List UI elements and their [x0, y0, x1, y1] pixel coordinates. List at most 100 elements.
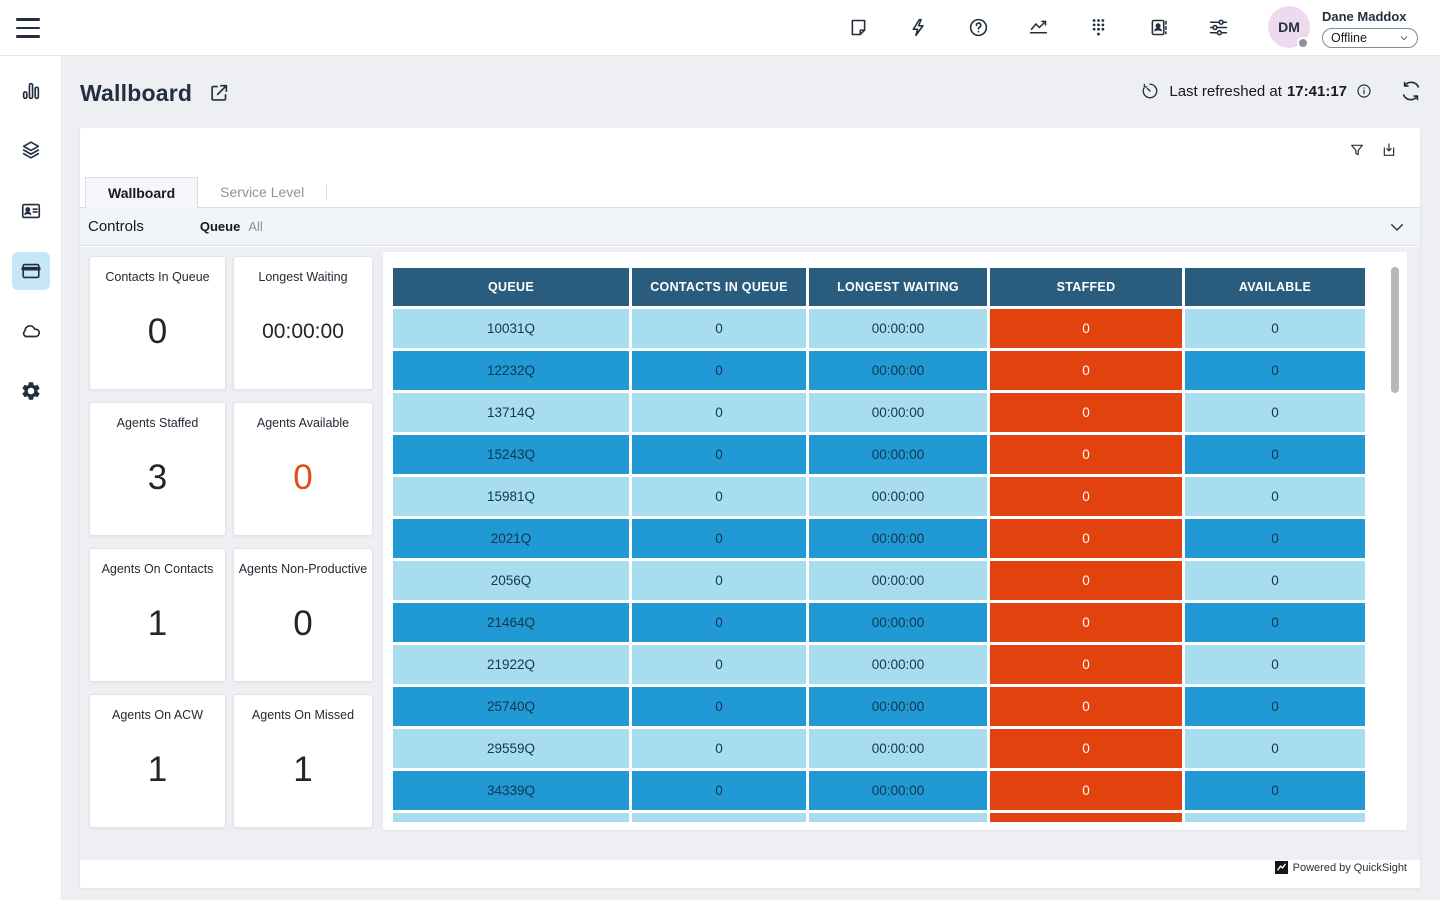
external-link-icon[interactable] [208, 82, 230, 104]
cell-available: 0 [1185, 393, 1365, 432]
tab-wallboard[interactable]: Wallboard [85, 177, 198, 208]
refresh-icon[interactable] [1400, 80, 1422, 102]
kpi-value-wrap: 1 [148, 576, 167, 681]
cell-available: 0 [1185, 435, 1365, 474]
cell-contacts-in-queue: 0 [632, 561, 806, 600]
cell-staffed: 0 [990, 351, 1182, 390]
kpi-value: 0 [293, 458, 312, 498]
controls-label: Controls [88, 218, 144, 235]
cell-queue: 21464Q [393, 603, 629, 642]
top-bar: DM Dane Maddox Offline [0, 0, 1440, 56]
cell-queue [393, 813, 629, 822]
kpi-value-wrap: 3 [148, 430, 167, 535]
cell-contacts-in-queue: 0 [632, 687, 806, 726]
cell-staffed: 0 [990, 393, 1182, 432]
hamburger-menu-icon[interactable] [16, 16, 44, 40]
tab-divider [326, 184, 327, 200]
kpi-card: Agents On Contacts1 [89, 548, 226, 682]
cell-longest-waiting: 00:00:00 [809, 393, 987, 432]
cell-contacts-in-queue: 0 [632, 603, 806, 642]
cell-contacts-in-queue: 0 [632, 351, 806, 390]
notes-icon[interactable] [846, 15, 870, 39]
cell-available: 0 [1185, 519, 1365, 558]
cell-contacts-in-queue: 0 [632, 729, 806, 768]
kpi-value: 1 [148, 604, 167, 644]
kpi-value: 0 [293, 604, 312, 644]
kpi-grid: Contacts In Queue0Longest Waiting00:00:0… [89, 256, 373, 828]
cell-longest-waiting: 00:00:00 [809, 435, 987, 474]
export-icon[interactable] [1380, 141, 1398, 159]
queue-filter-label: Queue [200, 219, 240, 234]
kpi-value-wrap: 0 [148, 284, 167, 389]
cell-queue: 15981Q [393, 477, 629, 516]
cell-staffed: 0 [990, 687, 1182, 726]
line-chart-icon[interactable] [1026, 15, 1050, 39]
kpi-label: Agents Available [257, 416, 349, 430]
sidebar-item-cloud[interactable] [12, 312, 50, 350]
help-icon[interactable] [966, 15, 990, 39]
sidebar-item-metrics[interactable] [12, 72, 50, 110]
cell-queue: 15243Q [393, 435, 629, 474]
kpi-value: 0 [148, 312, 167, 352]
filter-icon[interactable] [1348, 141, 1366, 159]
info-icon[interactable] [1356, 83, 1372, 99]
cell-queue: 13714Q [393, 393, 629, 432]
cell-staffed: 0 [990, 645, 1182, 684]
kpi-value-wrap: 00:00:00 [262, 284, 344, 389]
cell-queue: 21922Q [393, 645, 629, 684]
tab-service-level[interactable]: Service Level [198, 177, 326, 207]
sidebar-item-contacts[interactable] [12, 192, 50, 230]
controls-collapse-chevron-icon[interactable] [1388, 218, 1406, 236]
cell-staffed: 0 [990, 309, 1182, 348]
cell-staffed: 0 [990, 813, 1182, 822]
kpi-card: Agents On ACW1 [89, 694, 226, 828]
cell-available: 0 [1185, 561, 1365, 600]
sliders-icon[interactable] [1206, 15, 1230, 39]
cell-contacts-in-queue: 0 [632, 519, 806, 558]
cell-contacts-in-queue: 0 [632, 435, 806, 474]
quicksight-attribution: Powered by QuickSight [1275, 861, 1407, 874]
status-dropdown[interactable]: Offline [1322, 28, 1418, 48]
kpi-value: 1 [293, 750, 312, 790]
cell-contacts-in-queue: 0 [632, 477, 806, 516]
status-value: Offline [1331, 31, 1367, 45]
cell-contacts-in-queue: 0 [632, 771, 806, 810]
sidebar-item-settings[interactable] [12, 372, 50, 410]
timer-icon [1141, 82, 1159, 100]
kpi-value: 00:00:00 [262, 320, 344, 344]
cell-staffed: 0 [990, 435, 1182, 474]
cell-available: 0 [1185, 729, 1365, 768]
kpi-label: Agents Staffed [117, 416, 199, 430]
cell-longest-waiting: 00:00:00 [809, 519, 987, 558]
sidebar-item-dashboard[interactable] [12, 252, 50, 290]
cell-available: 0 [1185, 603, 1365, 642]
cell-longest-waiting: 00:00:00 [809, 771, 987, 810]
dialpad-icon[interactable] [1086, 15, 1110, 39]
column-header: AVAILABLE [1185, 268, 1365, 306]
queue-table-card: QUEUECONTACTS IN QUEUELONGEST WAITINGSTA… [383, 252, 1407, 830]
sidebar [0, 56, 62, 900]
cell-staffed: 0 [990, 519, 1182, 558]
cell-longest-waiting: 00:00:00 [809, 687, 987, 726]
last-refreshed-label: Last refreshed at [1169, 83, 1282, 100]
last-refreshed-time: 17:41:17 [1287, 83, 1347, 100]
topbar-icon-group [846, 15, 1230, 39]
column-header: STAFFED [990, 268, 1182, 306]
column-header: QUEUE [393, 268, 629, 306]
lightning-icon[interactable] [906, 15, 930, 39]
cell-available: 0 [1185, 645, 1365, 684]
avatar-initials: DM [1278, 19, 1300, 35]
cell-queue: 2021Q [393, 519, 629, 558]
user-name: Dane Maddox [1322, 9, 1407, 24]
kpi-value: 1 [148, 750, 167, 790]
kpi-value: 3 [148, 458, 167, 498]
cell-longest-waiting: 00:00:00 [809, 645, 987, 684]
cell-longest-waiting: 00:00:00 [809, 351, 987, 390]
kpi-label: Contacts In Queue [105, 270, 209, 284]
cell-queue: 10031Q [393, 309, 629, 348]
sidebar-item-layers[interactable] [12, 131, 50, 169]
directory-icon[interactable] [1146, 15, 1170, 39]
cell-available: 0 [1185, 477, 1365, 516]
cell-staffed: 0 [990, 603, 1182, 642]
table-scrollbar[interactable] [1391, 267, 1399, 393]
